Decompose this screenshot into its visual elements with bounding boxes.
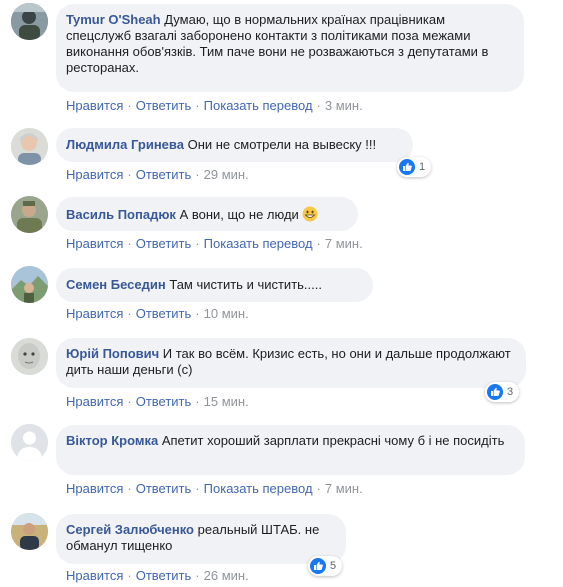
comment-actions: Нравится · Ответить · Показать перевод · 7 мин…	[66, 236, 363, 252]
comment-actions: Нравится · Ответить · 29 мин.	[66, 167, 249, 183]
reply-link[interactable]: Ответить	[136, 481, 192, 496]
comment-actions: Нравится · Ответить · 15 мин.	[66, 394, 249, 410]
separator: ·	[316, 236, 321, 251]
separator: ·	[127, 98, 132, 113]
like-link[interactable]: Нравится	[66, 98, 123, 113]
default-avatar-icon	[11, 424, 48, 461]
like-reaction-icon	[310, 558, 326, 574]
reply-link[interactable]: Ответить	[136, 394, 192, 409]
separator: ·	[127, 394, 132, 409]
separator: ·	[127, 236, 132, 251]
comment-author[interactable]: Людмила Гринева	[66, 137, 184, 152]
grinning-emoji-icon	[302, 206, 318, 222]
separator: ·	[127, 568, 132, 583]
show-translation-link[interactable]: Показать перевод	[204, 236, 313, 251]
comment-timestamp[interactable]: 10 мин.	[204, 306, 249, 321]
comment-timestamp[interactable]: 3 мин.	[325, 98, 363, 113]
separator: ·	[195, 98, 200, 113]
comment-timestamp[interactable]: 15 мин.	[204, 394, 249, 409]
comment-timestamp[interactable]: 26 мин.	[204, 568, 249, 583]
avatar[interactable]	[11, 196, 48, 233]
separator: ·	[127, 306, 132, 321]
comment-bubble: Сергей Залюбченко реальный ШТАБ. не обма…	[56, 514, 346, 564]
reaction-number: 5	[330, 560, 337, 572]
separator: ·	[195, 167, 200, 182]
show-translation-link[interactable]: Показать перевод	[204, 98, 313, 113]
like-link[interactable]: Нравится	[66, 568, 123, 583]
reply-link[interactable]: Ответить	[136, 167, 192, 182]
separator: ·	[316, 98, 321, 113]
reaction-number: 1	[419, 161, 426, 173]
comment-author[interactable]: Tymur O'Sheah	[66, 12, 161, 27]
comment-bubble: Юрій Попович И так во всём. Кризис есть,…	[56, 338, 526, 388]
comment-bubble: Семен Беседин Там чистить и чистить.....	[56, 268, 373, 302]
comment-bubble: Tymur O'Sheah Думаю, що в нормальних кра…	[56, 4, 524, 92]
like-link[interactable]: Нравится	[66, 167, 123, 182]
comment-bubble: Людмила Гринева Они не смотрели на вывес…	[56, 128, 413, 162]
show-translation-link[interactable]: Показать перевод	[204, 481, 313, 496]
comment-text: Апетит хороший зарплати прекрасні чому б…	[161, 433, 505, 448]
reaction-count[interactable]: 3	[485, 382, 520, 402]
comment-author[interactable]: Сергей Залюбченко	[66, 522, 194, 537]
separator: ·	[127, 481, 132, 496]
comment-text: А вони, що не люди	[179, 207, 299, 222]
like-reaction-icon	[399, 159, 415, 175]
avatar[interactable]	[11, 3, 48, 40]
reply-link[interactable]: Ответить	[136, 98, 192, 113]
avatar[interactable]	[11, 338, 48, 375]
reply-link[interactable]: Ответить	[136, 236, 192, 251]
comment-timestamp[interactable]: 7 мин.	[325, 236, 363, 251]
comment-actions: Нравится · Ответить · Показать перевод · 7 мин…	[66, 481, 363, 497]
like-link[interactable]: Нравится	[66, 236, 123, 251]
separator: ·	[195, 568, 200, 583]
comment-author[interactable]: Віктор Кромка	[66, 433, 158, 448]
comment-bubble: Віктор Кромка Апетит хороший зарплати пр…	[56, 425, 525, 475]
like-link[interactable]: Нравится	[66, 481, 123, 496]
avatar[interactable]	[11, 128, 48, 165]
comment-text: Они не смотрели на вывеску !!!	[187, 137, 377, 152]
like-link[interactable]: Нравится	[66, 394, 123, 409]
reaction-count[interactable]: 5	[308, 556, 343, 576]
reaction-count[interactable]: 1	[397, 157, 432, 177]
comment-bubble: Василь Попадюк А вони, що не люди	[56, 197, 358, 231]
comment-timestamp[interactable]: 7 мин.	[325, 481, 363, 496]
comment-author[interactable]: Семен Беседин	[66, 277, 166, 292]
separator: ·	[316, 481, 321, 496]
comment-timestamp[interactable]: 29 мин.	[204, 167, 249, 182]
separator: ·	[195, 236, 200, 251]
comment-author[interactable]: Юрій Попович	[66, 346, 159, 361]
reply-link[interactable]: Ответить	[136, 306, 192, 321]
reaction-number: 3	[507, 386, 514, 398]
avatar[interactable]	[11, 424, 48, 461]
avatar[interactable]	[11, 266, 48, 303]
separator: ·	[195, 306, 200, 321]
separator: ·	[195, 481, 200, 496]
like-link[interactable]: Нравится	[66, 306, 123, 321]
separator: ·	[127, 167, 132, 182]
avatar[interactable]	[11, 513, 48, 550]
comment-author[interactable]: Василь Попадюк	[66, 207, 176, 222]
like-reaction-icon	[487, 384, 503, 400]
comment-text: Там чистить и чистить.....	[169, 277, 322, 292]
comment-actions: Нравится · Ответить · Показать перевод · 3 мин…	[66, 98, 363, 114]
reply-link[interactable]: Ответить	[136, 568, 192, 583]
separator: ·	[195, 394, 200, 409]
comment-actions: Нравится · Ответить · 26 мин.	[66, 568, 249, 584]
comment-actions: Нравится · Ответить · 10 мин.	[66, 306, 249, 322]
